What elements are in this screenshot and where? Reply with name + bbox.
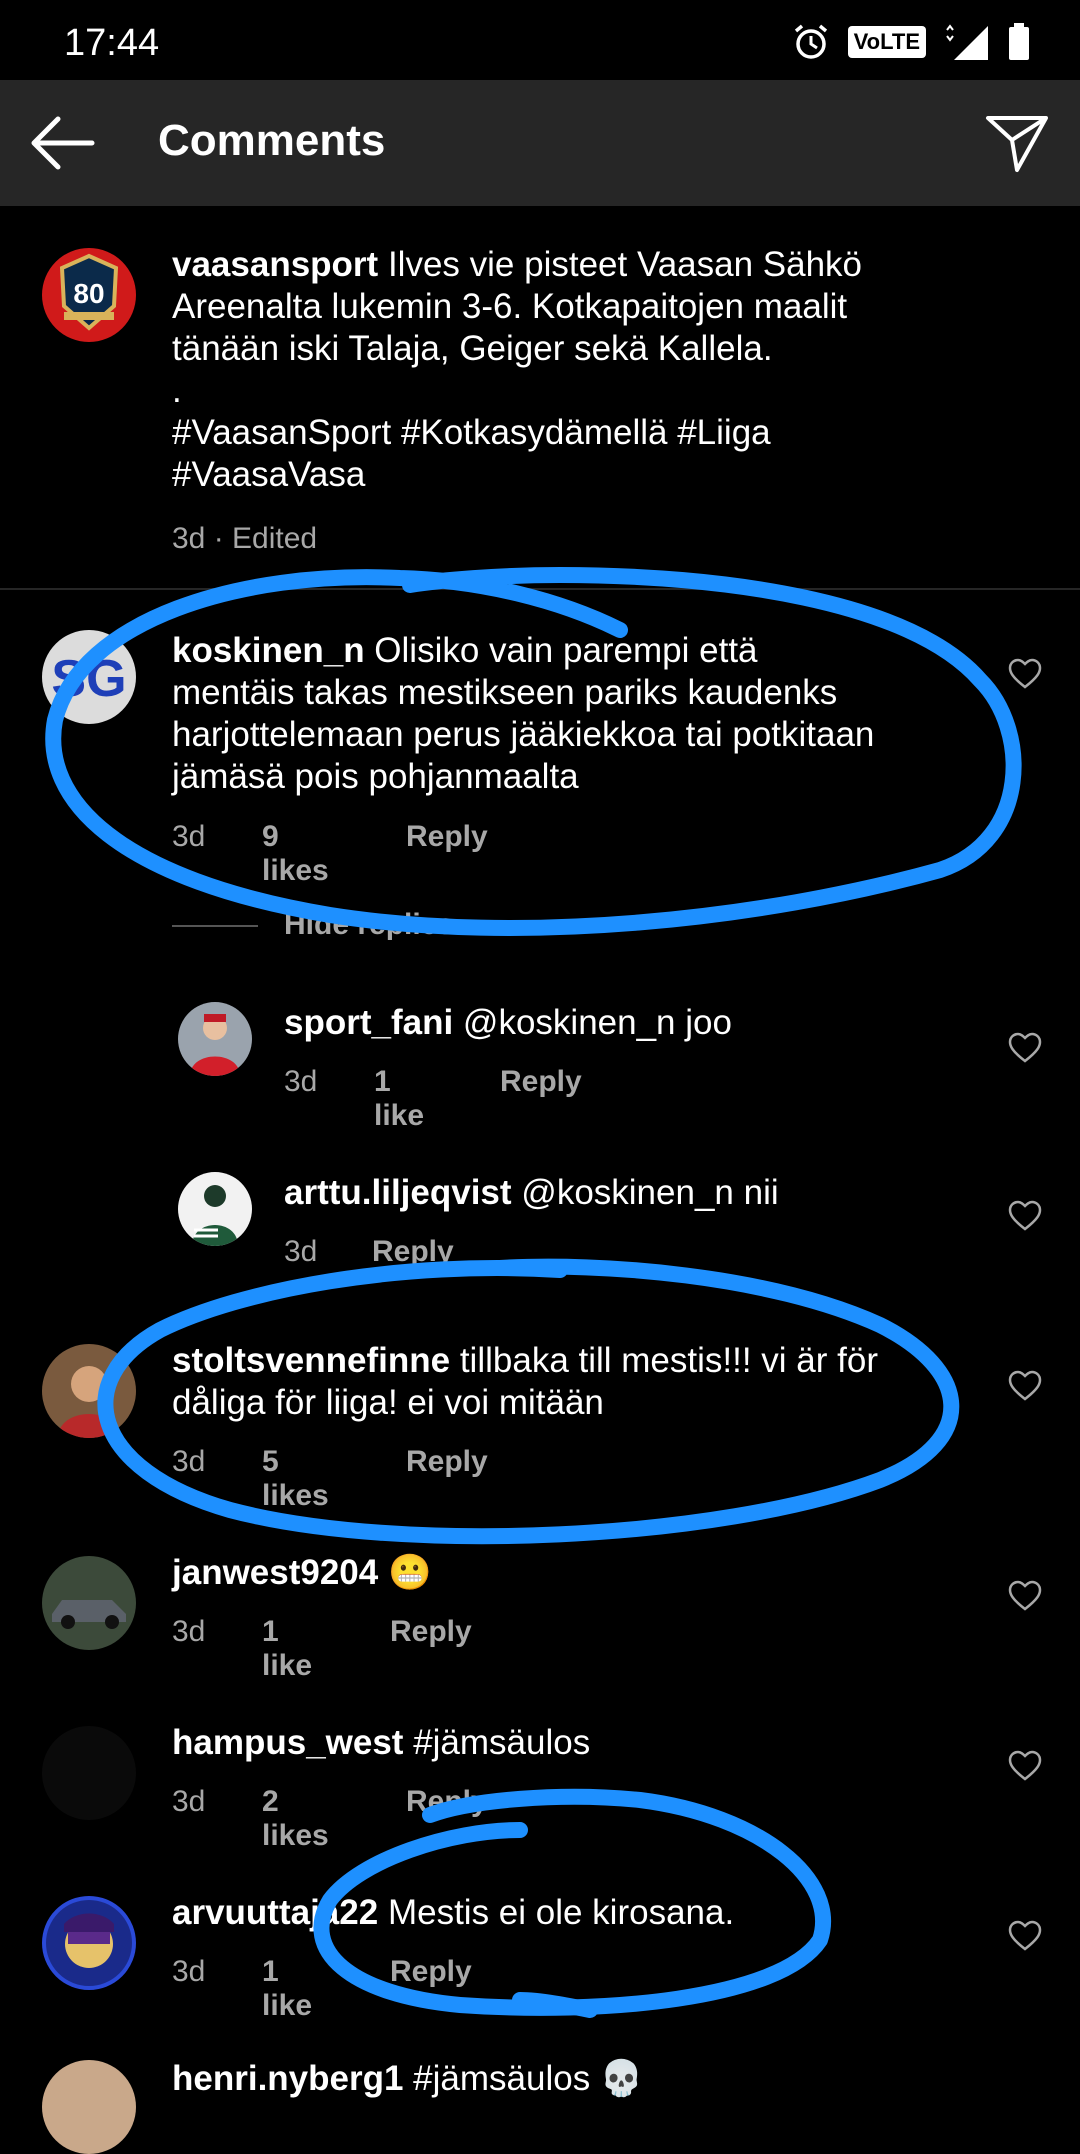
avatar[interactable] xyxy=(42,1726,136,1820)
likes-count[interactable]: 1 like xyxy=(374,1065,424,1133)
comment-time: 3d xyxy=(172,820,206,853)
comment-text: sport_fani @koskinen_n joo xyxy=(284,1003,732,1042)
comment-meta: 3d 5 likes Reply xyxy=(172,1445,488,1512)
comment-time: 3d xyxy=(172,1785,206,1818)
reply-button[interactable]: Reply xyxy=(390,1955,472,1989)
avatar[interactable]: SG xyxy=(42,630,136,724)
comment-time: 3d xyxy=(172,1445,206,1478)
comment-username[interactable]: arvuuttaja22 xyxy=(172,1893,378,1932)
volte-badge: VoLTE xyxy=(847,26,926,58)
reply-button[interactable]: Reply xyxy=(500,1065,582,1099)
heart-icon[interactable] xyxy=(1008,1920,1042,1952)
heart-icon[interactable] xyxy=(1008,1370,1042,1402)
svg-text:80: 80 xyxy=(73,278,104,309)
comment-text: koskinen_n Olisiko vain parempi että men… xyxy=(172,631,875,796)
heart-icon[interactable] xyxy=(1008,1750,1042,1782)
heart-icon[interactable] xyxy=(1008,1580,1042,1612)
comment-username[interactable]: hampus_west xyxy=(172,1723,403,1762)
reply-button[interactable]: Reply xyxy=(372,1235,454,1269)
direct-send-icon[interactable] xyxy=(984,110,1050,176)
likes-count[interactable]: 9 likes xyxy=(262,820,329,888)
comment-text: hampus_west #jämsäulos xyxy=(172,1723,591,1762)
comment-meta: 3d 1 like Reply xyxy=(172,1615,472,1682)
page-title: Comments xyxy=(158,116,386,165)
hide-replies-line xyxy=(172,925,258,927)
annotation-stroke xyxy=(512,1992,598,2018)
app-bar: Comments xyxy=(0,80,1080,206)
caption-text: vaasansport Ilves vie pisteet Vaasan Säh… xyxy=(172,245,863,494)
avatar[interactable] xyxy=(178,1172,252,1246)
comment-text: henri.nyberg1 #jämsäulos 💀 xyxy=(172,2059,644,2098)
heart-icon[interactable] xyxy=(1008,658,1042,690)
reply-button[interactable]: Reply xyxy=(390,1615,472,1649)
alarm-icon xyxy=(794,24,827,59)
comment-username[interactable]: stoltsvennefinne xyxy=(172,1341,450,1380)
comment-text: arttu.liljeqvist @koskinen_n nii xyxy=(284,1173,779,1212)
status-icons: VoLTE xyxy=(792,22,1030,62)
likes-count[interactable]: 1 like xyxy=(262,1955,312,2023)
likes-count[interactable]: 2 likes xyxy=(262,1785,329,1853)
comment-username[interactable]: henri.nyberg1 xyxy=(172,2059,403,2098)
status-time: 17:44 xyxy=(64,22,160,64)
avatar[interactable] xyxy=(42,2060,136,2154)
comment-meta: 3d 1 like Reply xyxy=(172,1955,472,2022)
avatar[interactable] xyxy=(178,1002,252,1076)
comment-time: 3d xyxy=(284,1065,318,1098)
reply-button[interactable]: Reply xyxy=(406,820,488,854)
status-bar: 17:44 VoLTE xyxy=(0,0,1080,80)
avatar[interactable]: 80 xyxy=(42,248,136,342)
comment-text: janwest9204 😬 xyxy=(172,1553,432,1592)
likes-count[interactable]: 1 like xyxy=(262,1615,312,1683)
back-arrow-icon[interactable] xyxy=(28,113,98,173)
comment-username[interactable]: janwest9204 xyxy=(172,1553,378,1592)
comment-meta: 3d 9 likes Reply xyxy=(172,820,488,887)
battery-icon xyxy=(1009,23,1029,60)
comment-meta: 3d Reply xyxy=(284,1235,454,1269)
heart-icon[interactable] xyxy=(1008,1200,1042,1232)
comment-meta: 3d 2 likes Reply xyxy=(172,1785,488,1852)
comment-time: 3d xyxy=(284,1235,318,1268)
comment-text: stoltsvennefinne tillbaka till mestis!!!… xyxy=(172,1341,878,1422)
hide-replies-button[interactable]: Hide replies xyxy=(284,908,454,942)
reply-button[interactable]: Reply xyxy=(406,1445,488,1479)
comment-meta: 3d 1 like Reply xyxy=(284,1065,582,1132)
likes-count[interactable]: 5 likes xyxy=(262,1445,329,1513)
comment-text: arvuuttaja22 Mestis ei ole kirosana. xyxy=(172,1893,735,1932)
signal-icon xyxy=(946,24,988,60)
avatar[interactable] xyxy=(42,1896,136,1990)
comment-username[interactable]: sport_fani xyxy=(284,1003,453,1042)
caption-username[interactable]: vaasansport xyxy=(172,245,378,284)
heart-icon[interactable] xyxy=(1008,1032,1042,1064)
caption-meta: 3d · Edited xyxy=(172,522,318,555)
avatar[interactable] xyxy=(42,1344,136,1438)
comment-time: 3d xyxy=(172,1955,206,1988)
avatar[interactable] xyxy=(42,1556,136,1650)
divider xyxy=(0,588,1080,590)
comment-time: 3d xyxy=(172,1615,206,1648)
comment-username[interactable]: arttu.liljeqvist xyxy=(284,1173,512,1212)
reply-button[interactable]: Reply xyxy=(406,1785,488,1819)
svg-text:SG: SG xyxy=(51,650,126,708)
comment-username[interactable]: koskinen_n xyxy=(172,631,365,670)
